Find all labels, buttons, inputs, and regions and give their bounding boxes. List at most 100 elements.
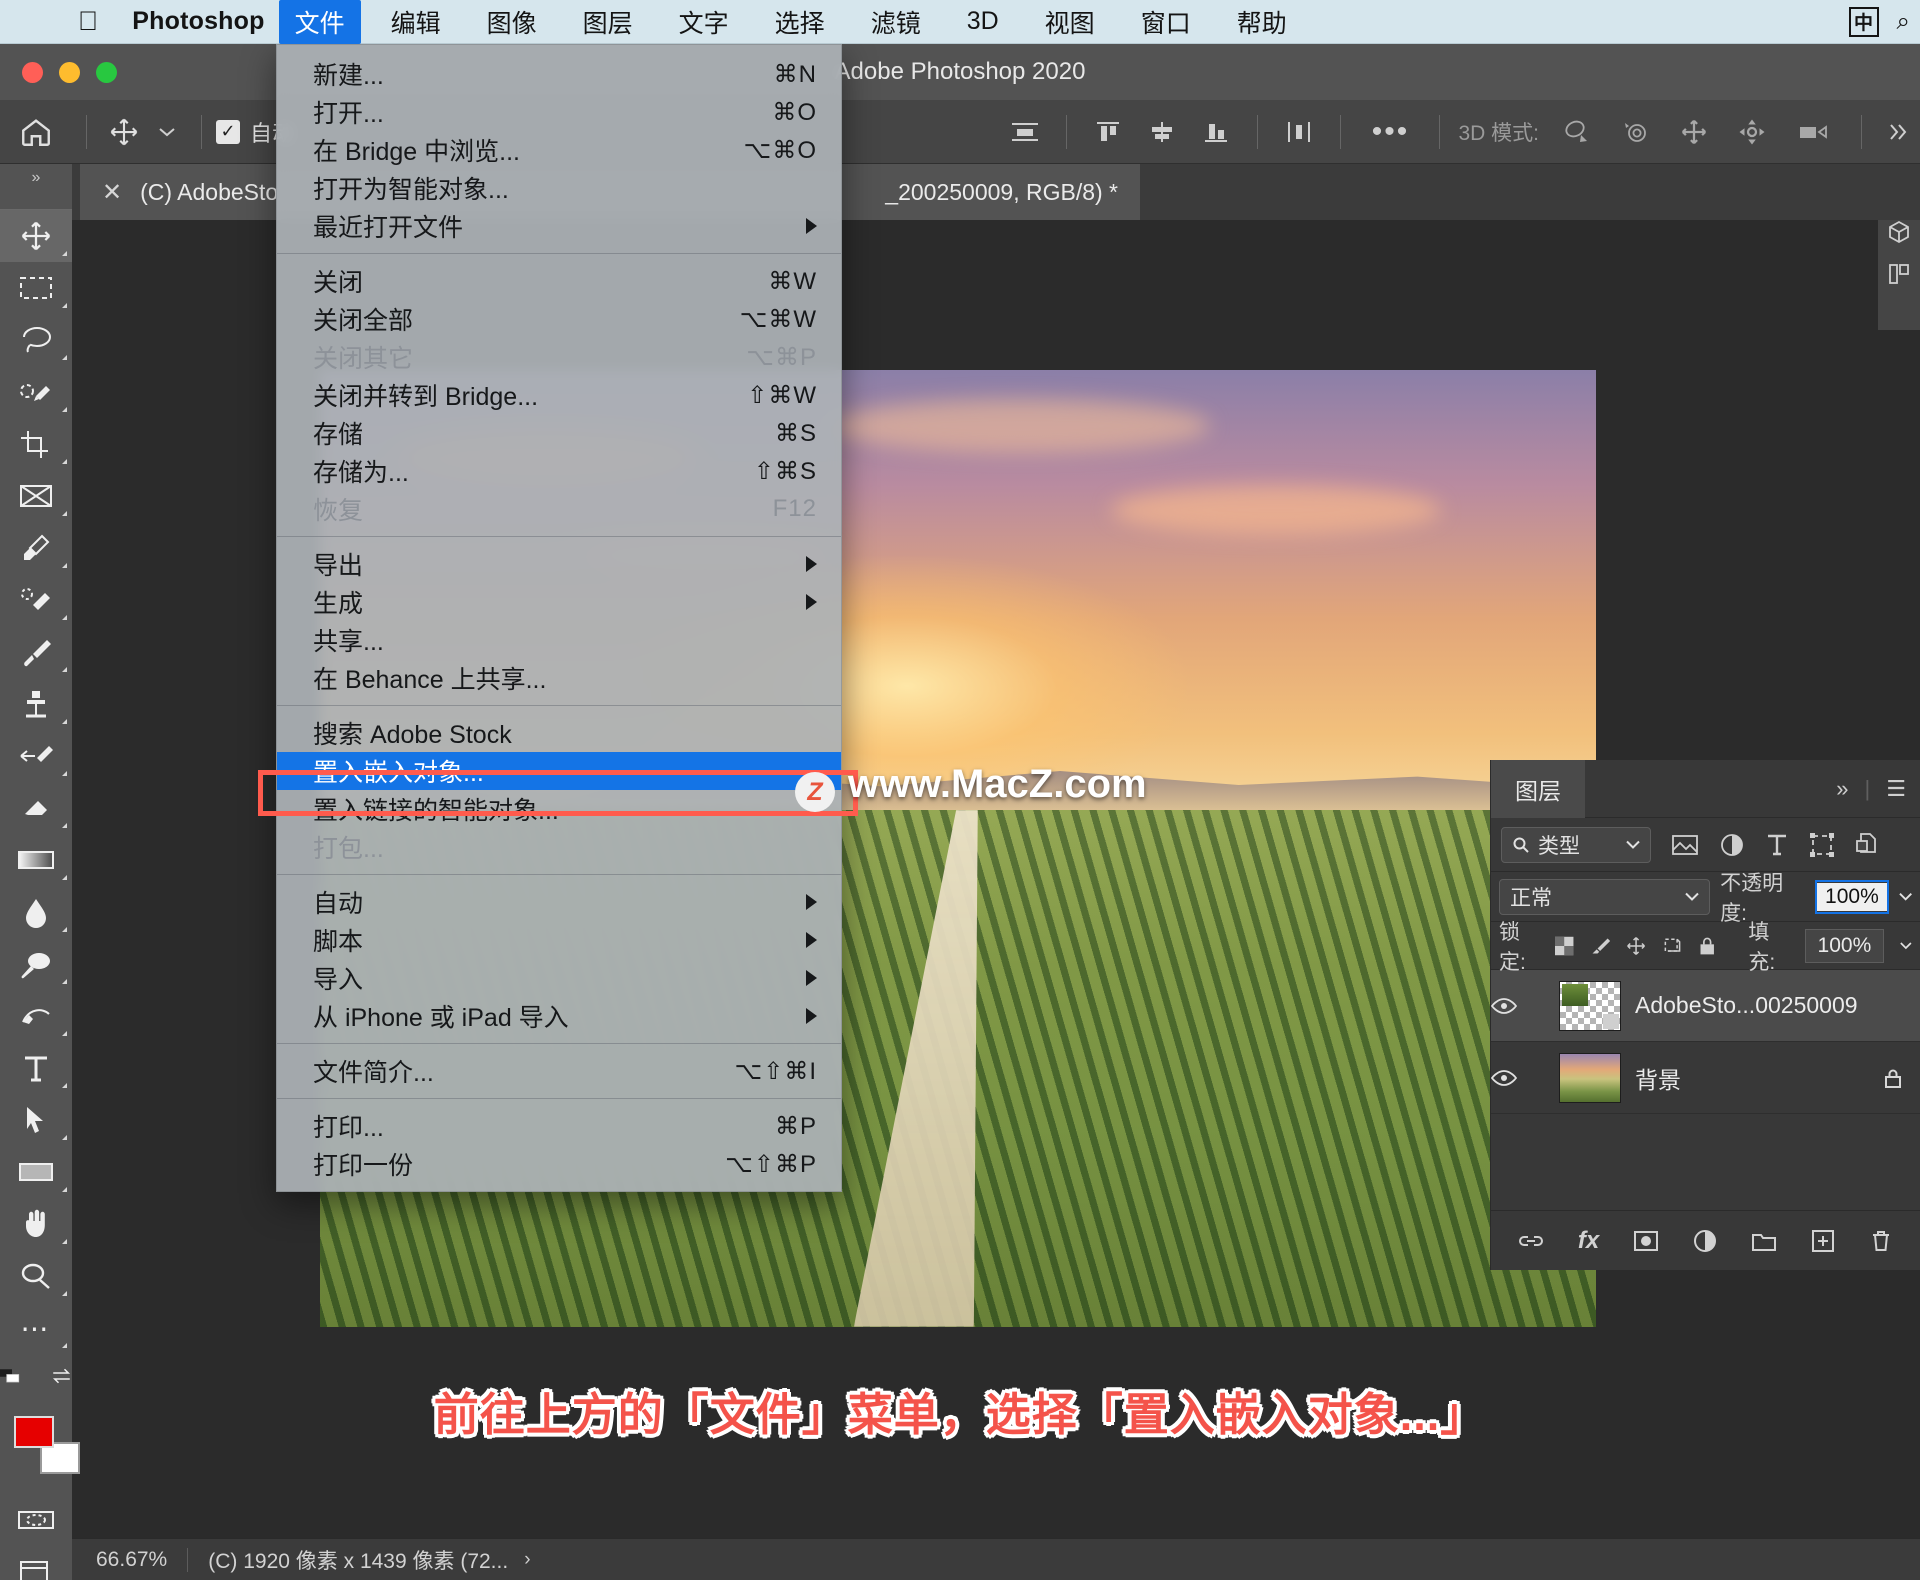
menu-item-edit[interactable]: 编辑 — [375, 0, 457, 44]
menu-item[interactable]: 生成 — [277, 583, 841, 621]
path-selection-icon[interactable] — [0, 1094, 72, 1146]
chevron-down-icon[interactable] — [147, 126, 187, 138]
align-center-icon[interactable] — [998, 119, 1052, 145]
blend-mode-select[interactable]: 正常 — [1499, 878, 1711, 915]
menu-item[interactable]: 打开为智能对象... — [277, 169, 841, 207]
panel-menu-icon[interactable]: ☰ — [1886, 776, 1906, 802]
align-bottom-icon[interactable] — [1189, 119, 1243, 145]
lock-image-icon[interactable] — [1590, 935, 1610, 957]
rectangle-shape-icon[interactable] — [0, 1146, 72, 1198]
3d-panel-icon[interactable] — [1887, 220, 1911, 244]
menu-item[interactable]: 存储为... ⇧⌘S — [277, 452, 841, 490]
adjustment-layer-icon[interactable] — [1693, 1229, 1717, 1253]
panel-expand-icon[interactable] — [1876, 121, 1920, 143]
menu-item-image[interactable]: 图像 — [471, 0, 553, 44]
lock-transparency-icon[interactable] — [1555, 935, 1574, 957]
menu-item-filter[interactable]: 滤镜 — [855, 0, 937, 44]
text-filter-icon[interactable] — [1765, 832, 1789, 858]
menu-item-3d[interactable]: 3D — [951, 3, 1015, 40]
camera-3d-icon[interactable] — [1781, 119, 1847, 145]
file-menu-dropdown[interactable]: 新建... ⌘N 打开... ⌘O 在 Bridge 中浏览... ⌥⌘O 打开为智能对象.… — [276, 44, 842, 1192]
toolbar-grip[interactable]: » — [0, 164, 72, 192]
layer-mask-icon[interactable] — [1633, 1230, 1659, 1252]
align-middle-icon[interactable] — [1135, 119, 1189, 145]
menu-item[interactable]: 从 iPhone 或 iPad 导入 — [277, 997, 841, 1035]
opacity-field[interactable]: 100% — [1815, 879, 1889, 914]
rectangular-marquee-icon[interactable] — [0, 262, 72, 314]
table-row[interactable]: 背景 — [1491, 1042, 1920, 1114]
layer-style-fx-icon[interactable]: fx — [1578, 1227, 1599, 1255]
crop-tool-icon[interactable] — [0, 418, 72, 470]
menu-item[interactable]: 文件简介... ⌥⇧⌘I — [277, 1052, 841, 1090]
screen-mode-icon[interactable] — [0, 1546, 72, 1580]
more-options-icon[interactable]: ••• — [1355, 115, 1425, 149]
menu-item[interactable]: 关闭 ⌘W — [277, 262, 841, 300]
slide-3d-icon[interactable] — [1723, 117, 1781, 147]
move-tool-icon[interactable] — [0, 210, 72, 262]
new-layer-icon[interactable] — [1811, 1229, 1835, 1253]
menu-item[interactable]: 置入链接的智能对象... — [277, 790, 841, 828]
image-filter-icon[interactable] — [1671, 833, 1699, 857]
menu-item[interactable]: 导出 — [277, 545, 841, 583]
menu-item-help[interactable]: 帮助 — [1221, 0, 1303, 44]
zoom-tool-icon[interactable] — [0, 1250, 72, 1302]
menu-item-view[interactable]: 视图 — [1029, 0, 1111, 44]
lock-position-icon[interactable] — [1626, 934, 1646, 958]
dodge-tool-icon[interactable] — [0, 938, 72, 990]
menu-item[interactable]: 共享... — [277, 621, 841, 659]
more-tools-icon[interactable]: ⋯ — [0, 1302, 72, 1354]
fill-value[interactable]: 100% — [1804, 928, 1885, 963]
menu-item-file[interactable]: 文件 — [278, 0, 361, 44]
smartobject-filter-icon[interactable] — [1855, 832, 1881, 858]
shape-filter-icon[interactable] — [1809, 832, 1835, 858]
lasso-tool-icon[interactable] — [0, 314, 72, 366]
layer-locked-icon[interactable] — [1882, 1066, 1904, 1090]
menu-item-window[interactable]: 窗口 — [1125, 0, 1207, 44]
tab-layers[interactable]: 图层 — [1491, 759, 1585, 818]
status-chevron-icon[interactable]: › — [524, 1549, 530, 1571]
layer-thumbnail[interactable] — [1559, 1052, 1621, 1103]
lock-artboard-icon[interactable] — [1662, 934, 1682, 958]
menu-item[interactable]: 新建... ⌘N — [277, 55, 841, 93]
new-group-icon[interactable] — [1751, 1230, 1777, 1252]
adjustment-filter-icon[interactable] — [1719, 832, 1745, 858]
brush-tool-icon[interactable] — [0, 626, 72, 678]
menu-item[interactable]: 关闭并转到 Bridge... ⇧⌘W — [277, 376, 841, 414]
menu-item[interactable]: 在 Bridge 中浏览... ⌥⌘O — [277, 131, 841, 169]
object-selection-icon[interactable] — [0, 366, 72, 418]
menu-item[interactable]: 打印... ⌘P — [277, 1107, 841, 1145]
layer-thumbnail[interactable] — [1559, 980, 1621, 1031]
menu-item[interactable]: 在 Behance 上共享... — [277, 659, 841, 697]
gradient-tool-icon[interactable] — [0, 834, 72, 886]
quick-mask-icon[interactable] — [0, 1494, 72, 1546]
menu-item[interactable]: 打开... ⌘O — [277, 93, 841, 131]
search-icon[interactable]: ⌕ — [1897, 8, 1910, 36]
eyedropper-icon[interactable] — [0, 522, 72, 574]
type-tool-icon[interactable] — [0, 1042, 72, 1094]
menu-item[interactable]: 搜索 Adobe Stock — [277, 714, 841, 752]
rotate-3d-icon[interactable] — [1549, 117, 1607, 147]
layer-filter-type-select[interactable]: 类型 — [1501, 826, 1651, 863]
menu-item-select[interactable]: 选择 — [759, 0, 841, 44]
home-icon[interactable] — [0, 115, 72, 149]
app-name-label[interactable]: Photoshop — [132, 7, 264, 36]
layer-visibility-toggle[interactable] — [1491, 997, 1545, 1015]
eraser-tool-icon[interactable] — [0, 782, 72, 834]
pan-3d-icon[interactable] — [1665, 117, 1723, 147]
menu-item-layer[interactable]: 图层 — [567, 0, 649, 44]
input-method-icon[interactable]: 中 — [1848, 6, 1879, 37]
spot-healing-icon[interactable] — [0, 574, 72, 626]
menu-item[interactable]: 自动 — [277, 883, 841, 921]
menu-item[interactable]: 存储 ⌘S — [277, 414, 841, 452]
menu-item-type[interactable]: 文字 — [663, 0, 745, 44]
layer-visibility-toggle[interactable] — [1491, 1069, 1545, 1087]
menu-item[interactable]: 脚本 — [277, 921, 841, 959]
clone-stamp-icon[interactable] — [0, 678, 72, 730]
blur-tool-icon[interactable] — [0, 886, 72, 938]
fill-chevron-icon[interactable] — [1900, 941, 1912, 950]
history-brush-icon[interactable] — [0, 730, 72, 782]
apple-logo-icon[interactable]:  — [78, 8, 98, 35]
lock-all-icon[interactable] — [1698, 934, 1716, 958]
frame-tool-icon[interactable] — [0, 470, 72, 522]
menu-item[interactable]: 导入 — [277, 959, 841, 997]
